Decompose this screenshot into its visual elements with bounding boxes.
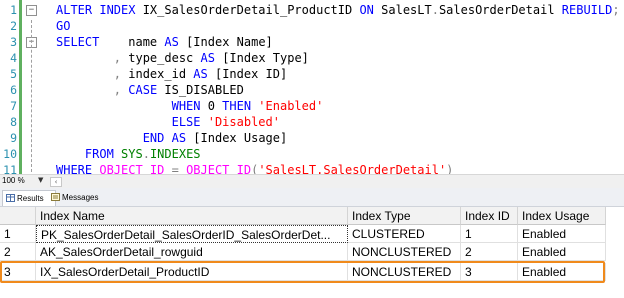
code-token: SalesLT <box>381 3 432 17</box>
table-cell-index-type[interactable]: NONCLUSTERED <box>348 263 461 281</box>
table-cell-index-id[interactable]: 3 <box>461 263 518 281</box>
column-header-index-id[interactable]: Index ID <box>461 207 518 225</box>
table-cell-index-type[interactable]: CLUSTERED <box>348 225 461 243</box>
code-token: AS <box>193 67 215 81</box>
code-line[interactable]: SELECT name AS [Index Name] <box>56 34 273 50</box>
code-token: AS <box>164 35 187 49</box>
code-token: , <box>113 83 122 97</box>
table-cell-index-usage[interactable]: Enabled <box>518 225 606 243</box>
tab-messages-label: Messages <box>62 193 99 202</box>
code-token: [Index Name] <box>186 35 273 49</box>
code-line[interactable]: ALTER INDEX IX_SalesOrderDetail_ProductI… <box>56 2 620 18</box>
tab-results-label: Results <box>17 194 44 203</box>
code-token: [Index ID] <box>214 67 288 81</box>
code-token: AS <box>200 51 223 65</box>
line-number: 2 <box>10 19 17 33</box>
table-cell-index-name[interactable]: AK_SalesOrderDetail_rowguid <box>36 243 348 261</box>
code-line[interactable]: ELSE 'Disabled' <box>56 114 280 130</box>
scroll-left-icon[interactable]: ‹ <box>50 177 62 187</box>
line-number: 3 <box>10 35 17 49</box>
message-icon <box>51 193 60 201</box>
code-token: ELSE <box>171 115 208 129</box>
line-number: 10 <box>3 147 17 161</box>
code-token: . <box>142 147 150 161</box>
code-token: [Index Usage] <box>193 131 288 145</box>
code-line[interactable]: , index_id AS [Index ID] <box>56 66 287 82</box>
line-number: 1 <box>10 3 17 17</box>
code-token: type_desc <box>121 51 201 65</box>
line-number: 7 <box>10 99 17 113</box>
code-token: [Index Type] <box>222 51 309 65</box>
grid-icon <box>6 194 15 202</box>
tab-messages[interactable]: Messages <box>48 190 106 205</box>
line-number: 5 <box>10 67 17 81</box>
code-line[interactable]: FROM SYS.INDEXES <box>56 146 201 162</box>
code-token: END <box>142 131 172 145</box>
code-token: IX_SalesOrderDetail_ProductID <box>142 3 360 17</box>
code-token: 0 <box>207 99 223 113</box>
table-cell-index-id[interactable]: 2 <box>461 243 518 261</box>
code-token: ON <box>359 3 382 17</box>
code-token: , <box>113 67 122 81</box>
code-token: WHEN <box>171 99 208 113</box>
row-number[interactable]: 3 <box>0 263 36 281</box>
code-line[interactable]: WHEN 0 THEN 'Enabled' <box>56 98 324 114</box>
code-line[interactable]: GO <box>56 18 70 34</box>
code-token: GO <box>56 19 71 33</box>
code-token: ; <box>612 3 620 17</box>
outline-guide <box>31 20 32 172</box>
code-token: 'Enabled' <box>258 99 324 113</box>
code-token: REBUILD <box>561 3 613 17</box>
column-header-index-usage[interactable]: Index Usage <box>518 207 606 225</box>
code-token: INDEXES <box>149 147 201 161</box>
code-token: CASE <box>128 83 165 97</box>
query-editor[interactable]: 1 2 3 4 5 6 7 8 9 10 11 − − ALTER INDEX … <box>0 0 624 177</box>
row-number[interactable]: 1 <box>0 225 36 243</box>
line-number: 4 <box>10 51 17 65</box>
row-number-header <box>0 207 36 225</box>
code-token: IS_DISABLED <box>164 83 244 97</box>
line-number: 8 <box>10 115 17 129</box>
line-number: 9 <box>10 131 17 145</box>
results-tab-bar: Results Messages <box>0 188 624 207</box>
table-cell-index-name[interactable]: PK_SalesOrderDetail_SalesOrderID_SalesOr… <box>36 225 348 243</box>
code-token: SalesOrderDetail <box>438 3 562 17</box>
change-margin-bar <box>19 0 22 174</box>
line-number: 6 <box>10 83 17 97</box>
chevron-down-icon[interactable]: ▼ <box>38 176 43 184</box>
code-token: AS <box>171 131 194 145</box>
code-token: 'Disabled' <box>207 115 280 129</box>
code-token: ALTER INDEX <box>56 3 143 17</box>
code-token: SELECT <box>56 35 100 49</box>
column-header-index-name[interactable]: Index Name <box>36 207 348 225</box>
code-line[interactable]: , CASE IS_DISABLED <box>56 82 244 98</box>
results-grid[interactable]: Index Name Index Type Index ID Index Usa… <box>0 207 624 298</box>
row-number[interactable]: 2 <box>0 243 36 261</box>
collapse-icon[interactable]: − <box>26 5 37 16</box>
code-line[interactable]: END AS [Index Usage] <box>56 130 288 146</box>
table-cell-index-usage[interactable]: Enabled <box>518 243 606 261</box>
code-line[interactable]: , type_desc AS [Index Type] <box>56 50 309 66</box>
code-token: SYS <box>121 147 143 161</box>
table-cell-index-id[interactable]: 1 <box>461 225 518 243</box>
table-cell-index-type[interactable]: NONCLUSTERED <box>348 243 461 261</box>
table-cell-index-usage[interactable]: Enabled <box>518 263 606 281</box>
code-token: FROM <box>84 147 122 161</box>
code-token: index_id <box>121 67 194 81</box>
code-token: THEN <box>222 99 259 113</box>
code-token: name <box>99 35 165 49</box>
zoom-bar: 100 % ▼ ‹ <box>0 174 624 188</box>
table-cell-index-name[interactable]: IX_SalesOrderDetail_ProductID <box>36 263 348 281</box>
column-header-index-type[interactable]: Index Type <box>348 207 461 225</box>
code-token: . <box>431 3 439 17</box>
code-token: , <box>113 51 122 65</box>
